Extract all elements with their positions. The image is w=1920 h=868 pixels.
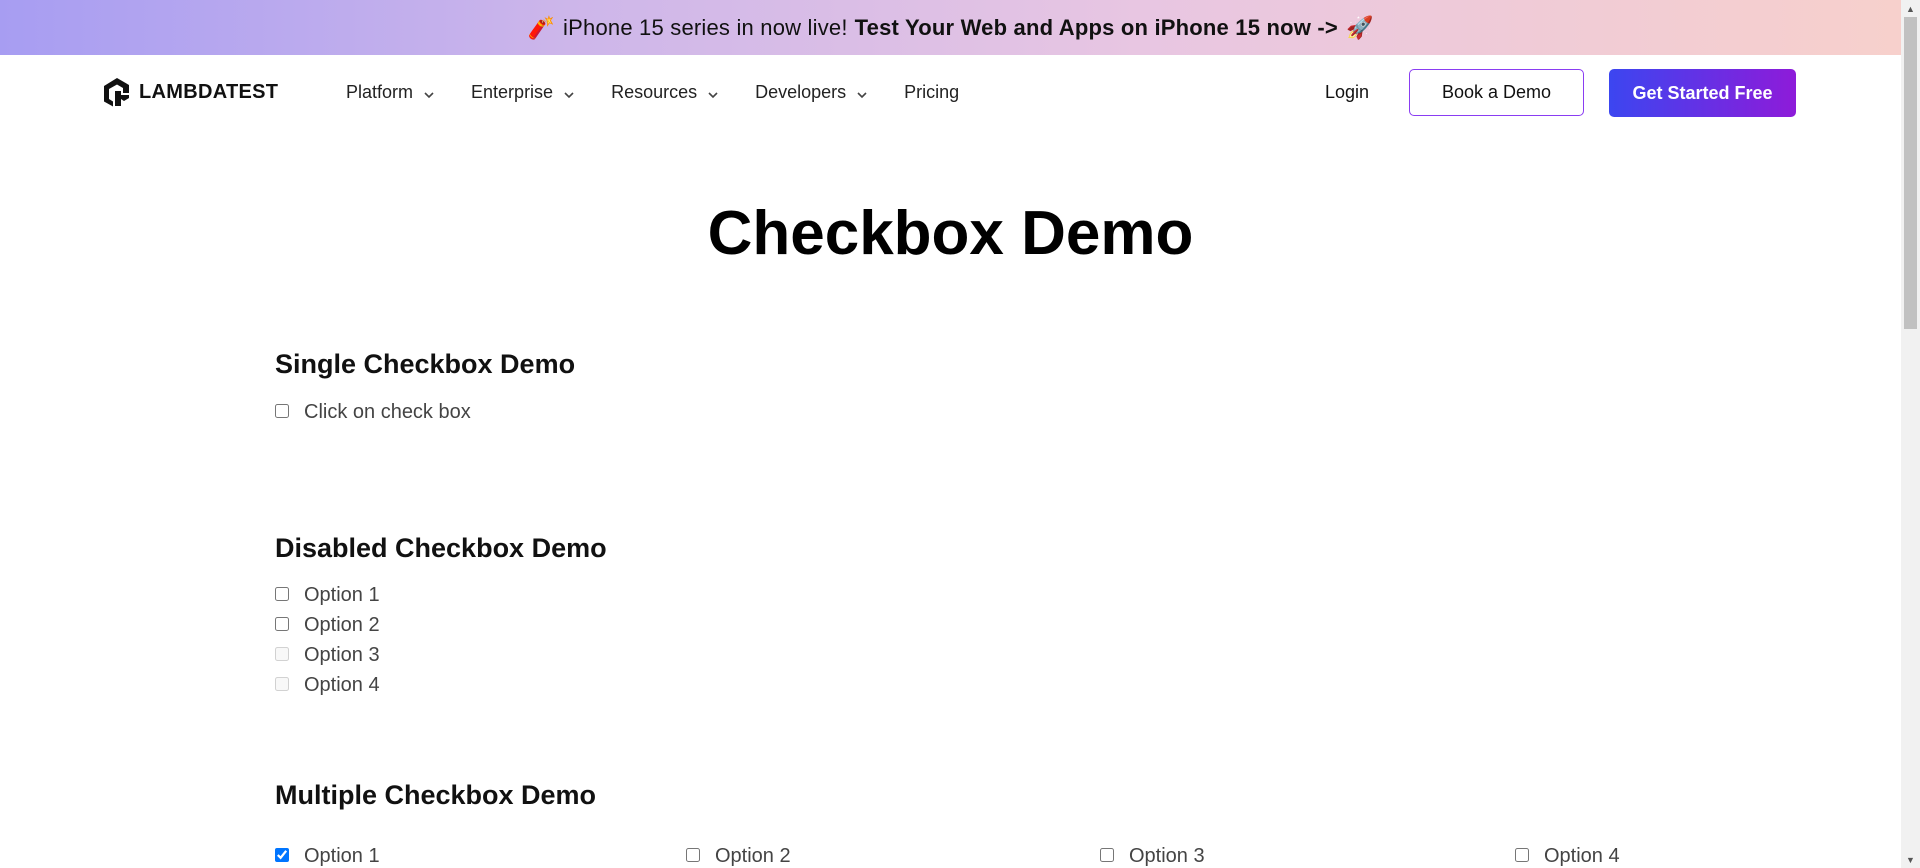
multiple-demo-option-2[interactable]: Option 2 [686, 845, 791, 868]
logo-text: LAMBDATEST [139, 80, 279, 103]
menu-item-label: Enterprise [471, 82, 554, 102]
checkbox-label: Option 1 [304, 845, 380, 867]
page-title: Checkbox Demo [707, 199, 1194, 268]
top-navigation: LAMBDATEST Platform Enterprise Resources… [0, 55, 1901, 130]
disabled-demo-option-4: Option 4 [275, 674, 380, 697]
get-started-button[interactable]: Get Started Free [1609, 69, 1796, 117]
logo[interactable]: LAMBDATEST [102, 76, 278, 108]
checkbox[interactable] [686, 847, 700, 862]
checkbox-disabled [275, 646, 289, 661]
disabled-demo-option-3: Option 3 [275, 644, 380, 667]
menu-item-label: Developers [755, 82, 847, 102]
disabled-demo-option-2[interactable]: Option 2 [275, 614, 380, 637]
scroll-up-icon[interactable]: ▲ [1901, 0, 1920, 17]
promo-text: iPhone 15 series in now live! [563, 14, 848, 40]
book-demo-button[interactable]: Book a Demo [1409, 69, 1584, 116]
multiple-checkbox-heading: Multiple Checkbox Demo [275, 780, 597, 810]
menu-item-label: Resources [611, 82, 698, 102]
checkbox-label: Click on check box [304, 401, 471, 423]
checkbox-label: Option 2 [715, 845, 791, 867]
checkbox[interactable] [1515, 847, 1529, 862]
rocket-icon: 🚀 [1345, 14, 1374, 40]
checkbox-label: Option 3 [1129, 845, 1205, 867]
multiple-demo-option-4[interactable]: Option 4 [1515, 845, 1620, 868]
chevron-down-icon [564, 91, 574, 98]
checkbox-label: Option 2 [304, 614, 380, 636]
single-checkbox-row[interactable]: Click on check box [275, 401, 471, 424]
multiple-demo-option-1[interactable]: Option 1 [275, 845, 380, 868]
chevron-down-icon [857, 91, 867, 98]
firecracker-icon: 🧨 [527, 14, 556, 40]
menu-item-resources[interactable]: Resources [611, 82, 719, 103]
scroll-down-icon[interactable]: ▼ [1901, 851, 1920, 868]
checkbox[interactable] [275, 616, 289, 631]
multiple-demo-option-3[interactable]: Option 3 [1100, 845, 1205, 868]
single-checkbox[interactable] [275, 403, 289, 418]
main-menu: Platform Enterprise Resources Developers… [346, 55, 995, 130]
checkbox-label: Option 1 [304, 584, 380, 606]
disabled-checkbox-heading: Disabled Checkbox Demo [275, 533, 607, 563]
chevron-down-icon [424, 91, 434, 98]
single-checkbox-heading: Single Checkbox Demo [275, 349, 576, 379]
login-link[interactable]: Login [1325, 82, 1369, 103]
scrollbar-thumb[interactable] [1904, 17, 1917, 329]
disabled-demo-option-1[interactable]: Option 1 [275, 584, 380, 607]
menu-item-developers[interactable]: Developers [755, 82, 868, 103]
checkbox[interactable] [275, 586, 289, 601]
checkbox-label: Option 4 [304, 674, 380, 696]
checkbox-disabled [275, 676, 289, 691]
checkbox[interactable] [1100, 847, 1114, 862]
checkbox-label: Option 3 [304, 644, 380, 666]
menu-item-label: Pricing [904, 82, 960, 102]
promo-banner[interactable]: 🧨 iPhone 15 series in now live! Test You… [0, 0, 1901, 55]
checkbox[interactable] [275, 847, 289, 862]
menu-item-pricing[interactable]: Pricing [904, 82, 959, 103]
menu-item-label: Platform [346, 82, 414, 102]
lambdatest-logo-icon [104, 78, 129, 107]
page-scrollbar[interactable]: ▲ ▼ [1901, 0, 1920, 868]
menu-item-enterprise[interactable]: Enterprise [471, 82, 575, 103]
chevron-down-icon [708, 91, 718, 98]
promo-link-text[interactable]: Test Your Web and Apps on iPhone 15 now … [855, 15, 1338, 41]
menu-item-platform[interactable]: Platform [346, 82, 435, 103]
checkbox-label: Option 4 [1544, 845, 1620, 867]
